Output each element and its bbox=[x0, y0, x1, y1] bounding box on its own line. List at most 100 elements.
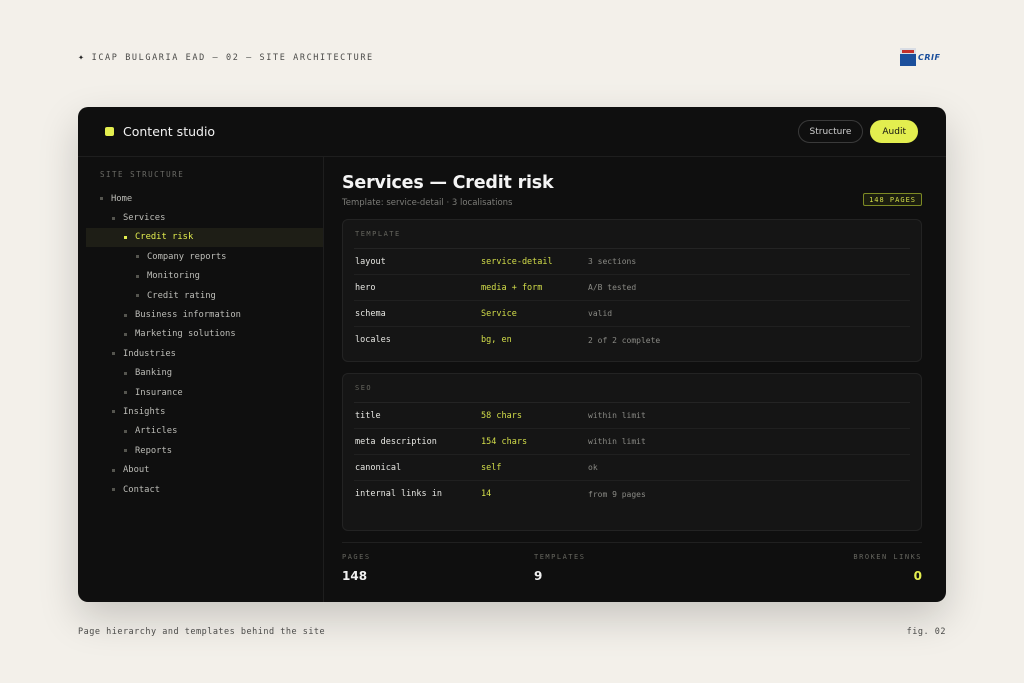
structure-button[interactable]: Structure bbox=[797, 120, 864, 143]
bullet-icon bbox=[112, 410, 115, 414]
bullet-icon bbox=[124, 449, 127, 453]
property-value: media + form bbox=[481, 282, 543, 293]
sidebar-item-label: Marketing solutions bbox=[135, 329, 236, 340]
crif-logo: CRIF bbox=[900, 47, 948, 67]
page-header: ✦ ICAP BULGARIA EAD — 02 — SITE ARCHITEC… bbox=[78, 52, 374, 63]
sidebar-item-label: About bbox=[123, 465, 150, 476]
property-value: bg, en bbox=[481, 335, 512, 345]
page-header-text: ICAP BULGARIA EAD — 02 — SITE ARCHITECTU… bbox=[91, 52, 374, 63]
property-row: hero media + form A/B tested bbox=[354, 275, 910, 301]
property-value: service-detail bbox=[481, 256, 553, 267]
sidebar-item-label: Industries bbox=[123, 348, 176, 359]
bullet-icon bbox=[124, 429, 127, 433]
sidebar-item-label: Services bbox=[123, 213, 166, 224]
app-window: Content studio Structure Audit SITE STRU… bbox=[78, 107, 946, 602]
pages-count-badge: 148 PAGES bbox=[863, 193, 922, 206]
sidebar-item-label: Insurance bbox=[135, 387, 183, 398]
property-value: 58 chars bbox=[481, 410, 522, 421]
sidebar-item-label: Credit risk bbox=[135, 232, 194, 243]
property-note: 2 of 2 complete bbox=[588, 335, 661, 345]
property-note: within limit bbox=[588, 437, 646, 446]
sidebar-item-business-information[interactable]: Business information bbox=[78, 305, 323, 324]
sidebar-item-marketing-solutions[interactable]: Marketing solutions bbox=[78, 325, 323, 344]
property-value: 154 chars bbox=[481, 436, 528, 447]
app-logo-icon bbox=[105, 127, 114, 136]
property-row: schema Service valid bbox=[354, 301, 910, 327]
sidebar-item-contact[interactable]: Contact bbox=[78, 480, 323, 499]
bullet-icon bbox=[112, 488, 115, 492]
sidebar-title: SITE STRUCTURE bbox=[100, 170, 185, 179]
bullet-icon bbox=[112, 216, 115, 220]
page-subtitle: Template: service-detail · 3 localisatio… bbox=[342, 198, 513, 208]
property-value: 14 bbox=[481, 489, 492, 499]
property-note: 3 sections bbox=[588, 257, 637, 266]
stat-templates: TEMPLATES 9 bbox=[534, 553, 586, 583]
app-name: Content studio bbox=[123, 124, 216, 139]
sidebar-item-reports[interactable]: Reports bbox=[78, 441, 323, 460]
sidebar: SITE STRUCTURE Home Services Credit risk Co… bbox=[78, 157, 324, 602]
property-key: hero bbox=[355, 282, 376, 293]
sidebar-item-industries[interactable]: Industries bbox=[78, 344, 323, 363]
sidebar-item-label: Reports bbox=[135, 445, 173, 456]
property-row: canonical self ok bbox=[354, 455, 910, 481]
template-card: TEMPLATE layout service-detail 3 sections h… bbox=[342, 219, 922, 362]
sidebar-item-label: Articles bbox=[135, 426, 178, 437]
sidebar-item-monitoring[interactable]: Monitoring bbox=[78, 267, 323, 286]
sidebar-item-label: Contact bbox=[123, 484, 161, 495]
seo-card-title: SEO bbox=[354, 374, 910, 403]
property-value: Service bbox=[481, 308, 517, 319]
bullet-icon bbox=[112, 468, 115, 472]
bullet-icon bbox=[124, 235, 127, 239]
property-key: layout bbox=[355, 256, 386, 267]
sidebar-item-label: Monitoring bbox=[147, 271, 200, 282]
sidebar-item-label: Banking bbox=[135, 368, 173, 379]
bullet-icon bbox=[136, 255, 139, 259]
app-title: Content studio bbox=[105, 124, 215, 139]
top-bar: Content studio Structure Audit bbox=[78, 107, 946, 157]
bullet-icon bbox=[124, 391, 127, 395]
property-row: locales bg, en 2 of 2 complete bbox=[354, 327, 910, 353]
sidebar-item-company-reports[interactable]: Company reports bbox=[78, 247, 323, 266]
sidebar-item-articles[interactable]: Articles bbox=[78, 422, 323, 441]
bullet-icon bbox=[136, 294, 139, 298]
sidebar-item-label: Home bbox=[111, 193, 133, 204]
sidebar-item-services[interactable]: Services bbox=[78, 208, 323, 227]
site-tree: Home Services Credit risk Company reports Mo… bbox=[78, 189, 323, 499]
bullet-icon bbox=[124, 371, 127, 375]
property-value: self bbox=[481, 462, 502, 473]
property-row: layout service-detail 3 sections bbox=[354, 249, 910, 275]
property-row: title 58 chars within limit bbox=[354, 403, 910, 429]
property-note: within limit bbox=[588, 411, 646, 420]
property-note: from 9 pages bbox=[588, 489, 646, 499]
property-note: A/B tested bbox=[588, 283, 637, 292]
sidebar-item-insights[interactable]: Insights bbox=[78, 402, 323, 421]
property-key: internal links in bbox=[355, 489, 442, 499]
sparkle-icon: ✦ bbox=[78, 52, 86, 63]
stat-broken-links: BROKEN LINKS 0 bbox=[853, 553, 922, 583]
sidebar-item-credit-rating[interactable]: Credit rating bbox=[78, 286, 323, 305]
figure-caption: Page hierarchy and templates behind the … bbox=[78, 627, 326, 637]
page-title: Services — Credit risk bbox=[342, 173, 554, 193]
sidebar-item-home[interactable]: Home bbox=[78, 189, 323, 208]
sidebar-item-label: Business information bbox=[135, 310, 241, 321]
seo-card: SEO title 58 chars within limit meta descri… bbox=[342, 373, 922, 531]
sidebar-item-label: Credit rating bbox=[147, 290, 216, 301]
figure-label: fig. 02 bbox=[906, 627, 946, 637]
sidebar-item-credit-risk[interactable]: Credit risk bbox=[86, 227, 323, 248]
bullet-icon bbox=[136, 274, 139, 278]
stat-pages: PAGES 148 bbox=[342, 553, 371, 583]
audit-button[interactable]: Audit bbox=[870, 120, 918, 143]
property-row: internal links in 14 from 9 pages bbox=[354, 481, 910, 507]
sidebar-item-insurance[interactable]: Insurance bbox=[78, 383, 323, 402]
bullet-icon bbox=[124, 332, 127, 336]
property-row: meta description 154 chars within limit bbox=[354, 429, 910, 455]
property-key: canonical bbox=[355, 462, 402, 473]
sidebar-item-label: Insights bbox=[123, 406, 166, 417]
property-key: locales bbox=[355, 335, 391, 345]
sidebar-item-about[interactable]: About bbox=[78, 460, 323, 479]
icap-logo-mark bbox=[900, 48, 916, 66]
property-key: schema bbox=[355, 308, 386, 319]
sidebar-item-banking[interactable]: Banking bbox=[78, 364, 323, 383]
property-key: meta description bbox=[355, 436, 437, 447]
property-key: title bbox=[355, 410, 381, 421]
